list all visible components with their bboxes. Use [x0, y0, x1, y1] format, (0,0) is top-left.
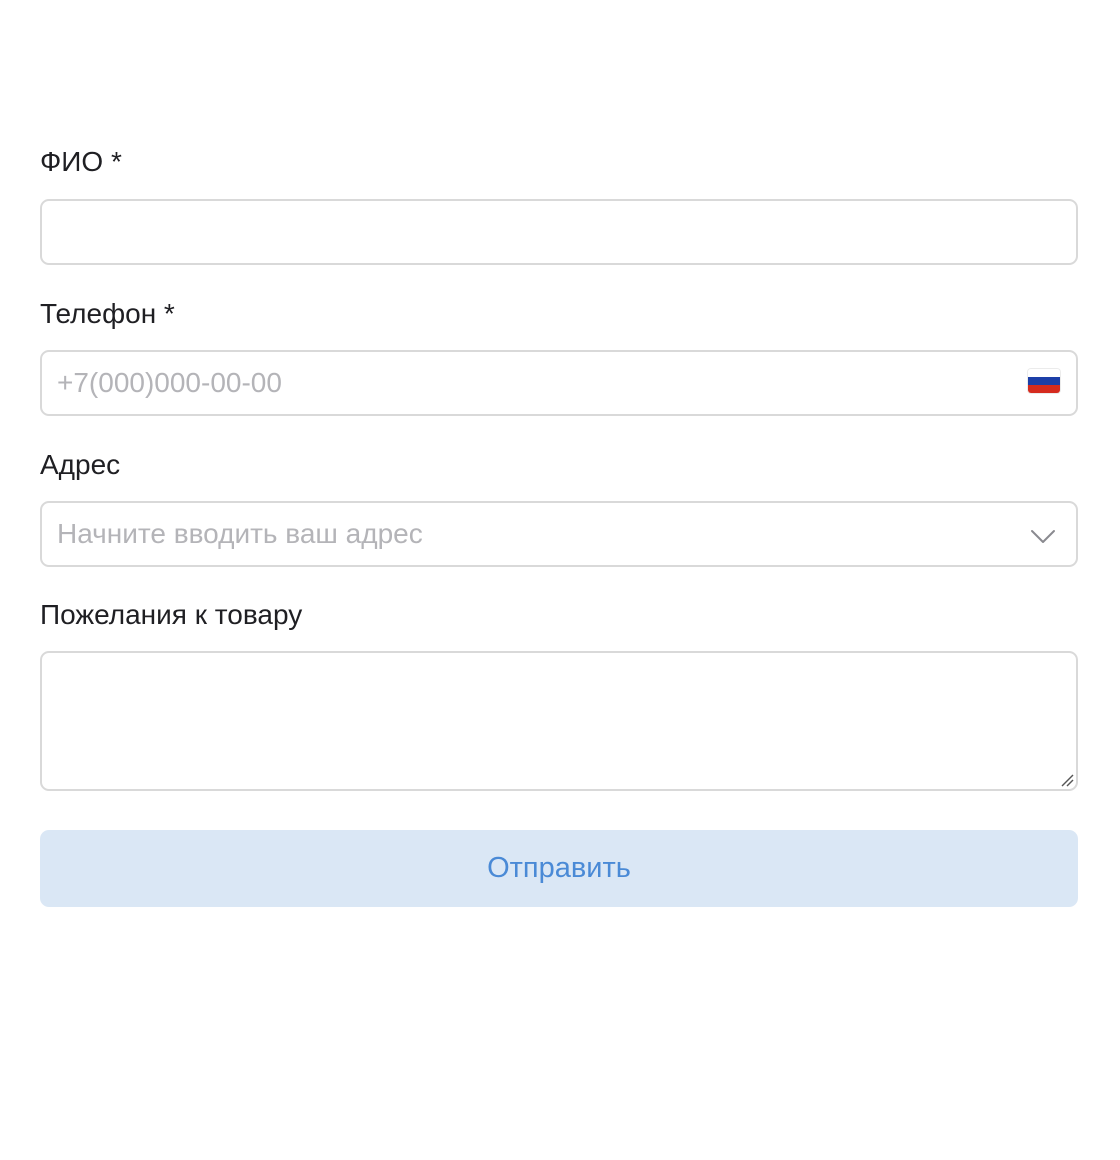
wishes-textarea[interactable]	[42, 653, 1076, 789]
phone-label: Телефон *	[40, 298, 175, 329]
fio-label: ФИО *	[40, 146, 122, 177]
wishes-label: Пожелания к товару	[40, 599, 303, 630]
address-input[interactable]	[42, 503, 1076, 565]
address-field[interactable]	[40, 501, 1078, 567]
phone-input[interactable]	[42, 352, 1076, 414]
address-label: Адрес	[40, 449, 121, 480]
wishes-field[interactable]	[40, 651, 1078, 791]
chevron-down-icon[interactable]	[1030, 523, 1056, 549]
submit-button[interactable]: Отправить	[40, 830, 1078, 907]
resize-handle-icon[interactable]	[1060, 773, 1074, 787]
fio-input[interactable]	[42, 201, 1076, 263]
fio-field[interactable]	[40, 199, 1078, 265]
phone-field[interactable]	[40, 350, 1078, 416]
russia-flag-icon[interactable]	[1028, 369, 1060, 393]
